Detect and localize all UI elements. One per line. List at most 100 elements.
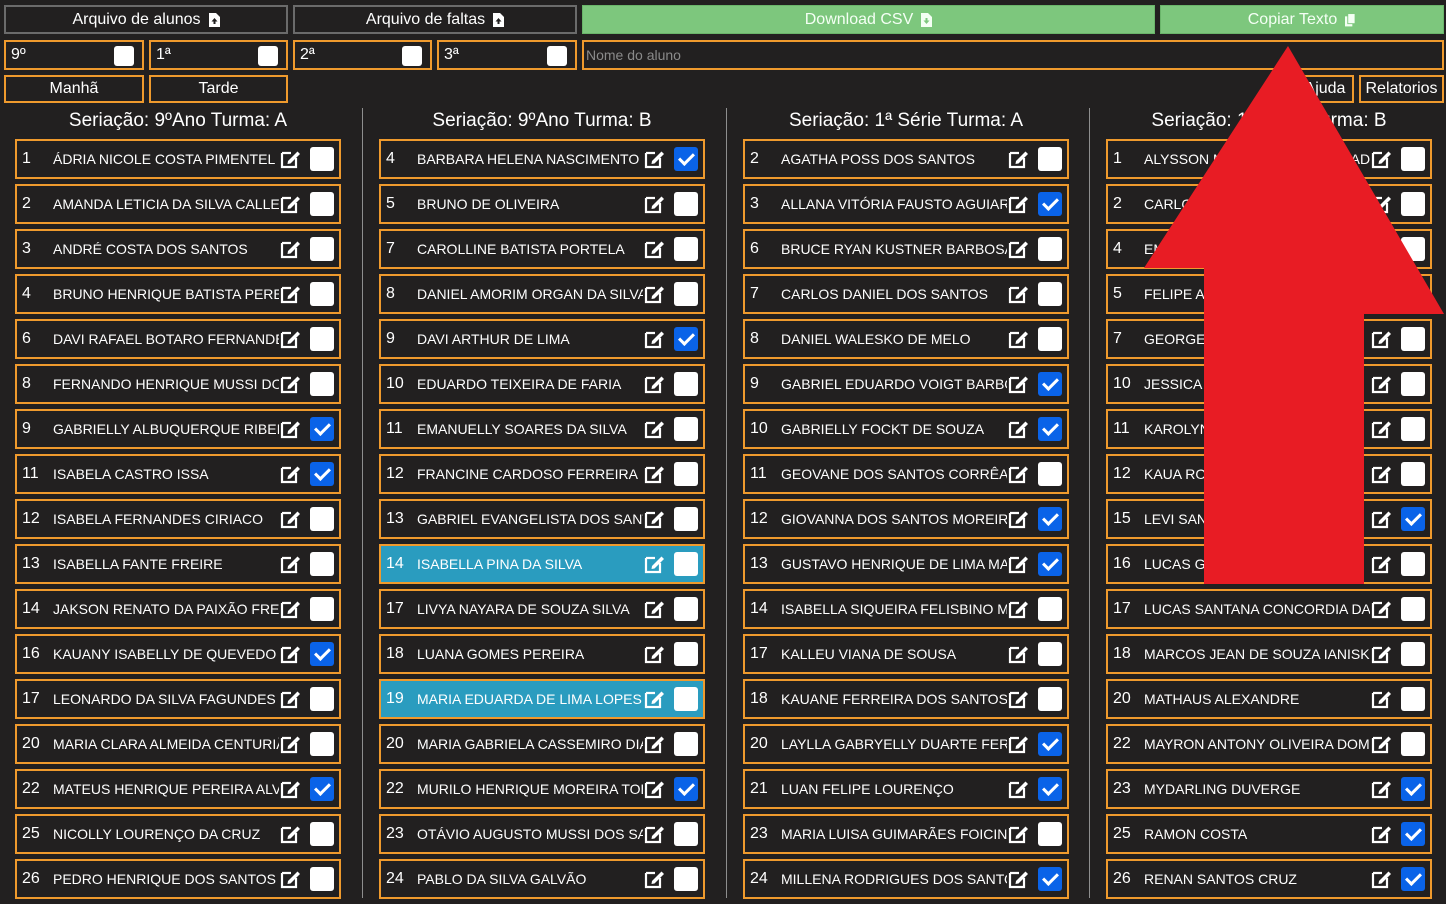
absence-checkbox[interactable]	[310, 237, 334, 261]
student-row[interactable]: 20 MARIA GABRIELA CASSEMIRO DIAS	[379, 724, 705, 764]
edit-icon[interactable]	[1370, 328, 1392, 350]
edit-icon[interactable]	[1007, 148, 1029, 170]
student-row[interactable]: 23 MYDARLING DUVERGE	[1106, 769, 1432, 809]
student-row[interactable]: 2 CARLOS EDUARDO DA SILVA	[1106, 184, 1432, 224]
edit-icon[interactable]	[643, 733, 665, 755]
edit-icon[interactable]	[279, 418, 301, 440]
edit-icon[interactable]	[1370, 733, 1392, 755]
absence-checkbox[interactable]	[1038, 282, 1062, 306]
absence-checkbox[interactable]	[1401, 687, 1425, 711]
edit-icon[interactable]	[1370, 463, 1392, 485]
edit-icon[interactable]	[279, 193, 301, 215]
student-row[interactable]: 21 LUAN FELIPE LOURENÇO	[743, 769, 1069, 809]
absence-checkbox[interactable]	[1401, 192, 1425, 216]
edit-icon[interactable]	[279, 598, 301, 620]
edit-icon[interactable]	[279, 373, 301, 395]
edit-icon[interactable]	[643, 508, 665, 530]
edit-icon[interactable]	[1007, 508, 1029, 530]
edit-icon[interactable]	[1007, 193, 1029, 215]
grade-filter-1[interactable]: 1ª	[149, 40, 288, 70]
student-row[interactable]: 17 LIVYA NAYARA DE SOUZA SILVA	[379, 589, 705, 629]
student-row[interactable]: 16 LUCAS GABRIEL MENDES	[1106, 544, 1432, 584]
edit-icon[interactable]	[279, 283, 301, 305]
student-row[interactable]: 12 FRANCINE CARDOSO FERREIRA	[379, 454, 705, 494]
student-row[interactable]: 10 JESSICA MARTINS DA COSTA	[1106, 364, 1432, 404]
student-row[interactable]: 4 EMILLY VITÓRIA DE OLIVEIRA	[1106, 229, 1432, 269]
student-row[interactable]: 24 PABLO DA SILVA GALVÃO	[379, 859, 705, 899]
edit-icon[interactable]	[643, 328, 665, 350]
student-row[interactable]: 23 OTÁVIO AUGUSTO MUSSI DOS SANTOS	[379, 814, 705, 854]
absence-checkbox[interactable]	[1401, 417, 1425, 441]
absence-checkbox[interactable]	[1401, 777, 1425, 801]
absence-checkbox[interactable]	[1401, 642, 1425, 666]
absence-checkbox[interactable]	[674, 642, 698, 666]
absence-checkbox[interactable]	[674, 147, 698, 171]
student-row[interactable]: 22 MATEUS HENRIQUE PEREIRA ALVES	[15, 769, 341, 809]
edit-icon[interactable]	[279, 463, 301, 485]
absence-checkbox[interactable]	[674, 507, 698, 531]
grade-filter-checkbox[interactable]	[258, 46, 278, 66]
edit-icon[interactable]	[1370, 148, 1392, 170]
edit-icon[interactable]	[643, 778, 665, 800]
student-name-input[interactable]	[582, 40, 1444, 70]
edit-icon[interactable]	[1370, 373, 1392, 395]
student-row[interactable]: 20 MARIA CLARA ALMEIDA CENTURIÃO	[15, 724, 341, 764]
student-row[interactable]: 14 ISABELLA SIQUEIRA FELISBINO MORAES	[743, 589, 1069, 629]
grade-filter-checkbox[interactable]	[547, 46, 567, 66]
student-row[interactable]: 9 DAVI ARTHUR DE LIMA	[379, 319, 705, 359]
edit-icon[interactable]	[1007, 283, 1029, 305]
student-row[interactable]: 8 DANIEL AMORIM ORGAN DA SILVA	[379, 274, 705, 314]
student-row[interactable]: 5 BRUNO DE OLIVEIRA	[379, 184, 705, 224]
student-row[interactable]: 12 KAUA ROCHA PEREIRA	[1106, 454, 1432, 494]
absence-checkbox[interactable]	[674, 462, 698, 486]
student-row[interactable]: 5 FELIPE AUGUSTO RAMOS	[1106, 274, 1432, 314]
edit-icon[interactable]	[279, 238, 301, 260]
absence-checkbox[interactable]	[674, 687, 698, 711]
absence-checkbox[interactable]	[1401, 282, 1425, 306]
student-row[interactable]: 7 CAROLLINE BATISTA PORTELA	[379, 229, 705, 269]
edit-icon[interactable]	[643, 148, 665, 170]
absence-checkbox[interactable]	[1401, 462, 1425, 486]
absence-checkbox[interactable]	[310, 462, 334, 486]
absence-checkbox[interactable]	[310, 147, 334, 171]
edit-icon[interactable]	[643, 643, 665, 665]
student-row[interactable]: 1 ÁDRIA NICOLE COSTA PIMENTEL	[15, 139, 341, 179]
absence-checkbox[interactable]	[310, 642, 334, 666]
edit-icon[interactable]	[1007, 328, 1029, 350]
student-row[interactable]: 8 DANIEL WALESKO DE MELO	[743, 319, 1069, 359]
student-row[interactable]: 2 AGATHA POSS DOS SANTOS	[743, 139, 1069, 179]
afternoon-button[interactable]: Tarde	[149, 75, 288, 103]
edit-icon[interactable]	[1370, 283, 1392, 305]
absence-checkbox[interactable]	[1401, 552, 1425, 576]
student-row[interactable]: 3 ALLANA VITÓRIA FAUSTO AGUIAR	[743, 184, 1069, 224]
edit-icon[interactable]	[1007, 418, 1029, 440]
edit-icon[interactable]	[1007, 778, 1029, 800]
student-row[interactable]: 16 KAUANY ISABELLY DE QUEVEDO	[15, 634, 341, 674]
absence-checkbox[interactable]	[1401, 732, 1425, 756]
copy-text-button[interactable]: Copiar Texto	[1160, 5, 1444, 34]
absence-checkbox[interactable]	[1038, 642, 1062, 666]
student-row[interactable]: 10 GABRIELLY FOCKT DE SOUZA	[743, 409, 1069, 449]
absence-checkbox[interactable]	[674, 597, 698, 621]
absence-checkbox[interactable]	[1038, 507, 1062, 531]
absence-checkbox[interactable]	[674, 417, 698, 441]
student-row[interactable]: 22 MURILO HENRIQUE MOREIRA TOLEDO	[379, 769, 705, 809]
student-row[interactable]: 9 GABRIELLY ALBUQUERQUE RIBEIRO	[15, 409, 341, 449]
student-row[interactable]: 2 AMANDA LETICIA DA SILVA CALLEGARI	[15, 184, 341, 224]
student-row[interactable]: 12 GIOVANNA DOS SANTOS MOREIRA	[743, 499, 1069, 539]
edit-icon[interactable]	[279, 148, 301, 170]
absence-checkbox[interactable]	[1038, 777, 1062, 801]
student-row[interactable]: 7 GEORGE LUCAS FERREIRA	[1106, 319, 1432, 359]
edit-icon[interactable]	[1007, 688, 1029, 710]
edit-icon[interactable]	[643, 193, 665, 215]
absence-checkbox[interactable]	[1401, 327, 1425, 351]
absence-checkbox[interactable]	[674, 192, 698, 216]
absence-checkbox[interactable]	[1401, 237, 1425, 261]
student-row[interactable]: 18 LUANA GOMES PEREIRA	[379, 634, 705, 674]
absence-checkbox[interactable]	[1401, 372, 1425, 396]
absences-file-button[interactable]: Arquivo de faltas	[293, 5, 577, 34]
absence-checkbox[interactable]	[1038, 417, 1062, 441]
students-file-button[interactable]: Arquivo de alunos	[4, 5, 288, 34]
edit-icon[interactable]	[1007, 643, 1029, 665]
morning-button[interactable]: Manhã	[4, 75, 144, 103]
